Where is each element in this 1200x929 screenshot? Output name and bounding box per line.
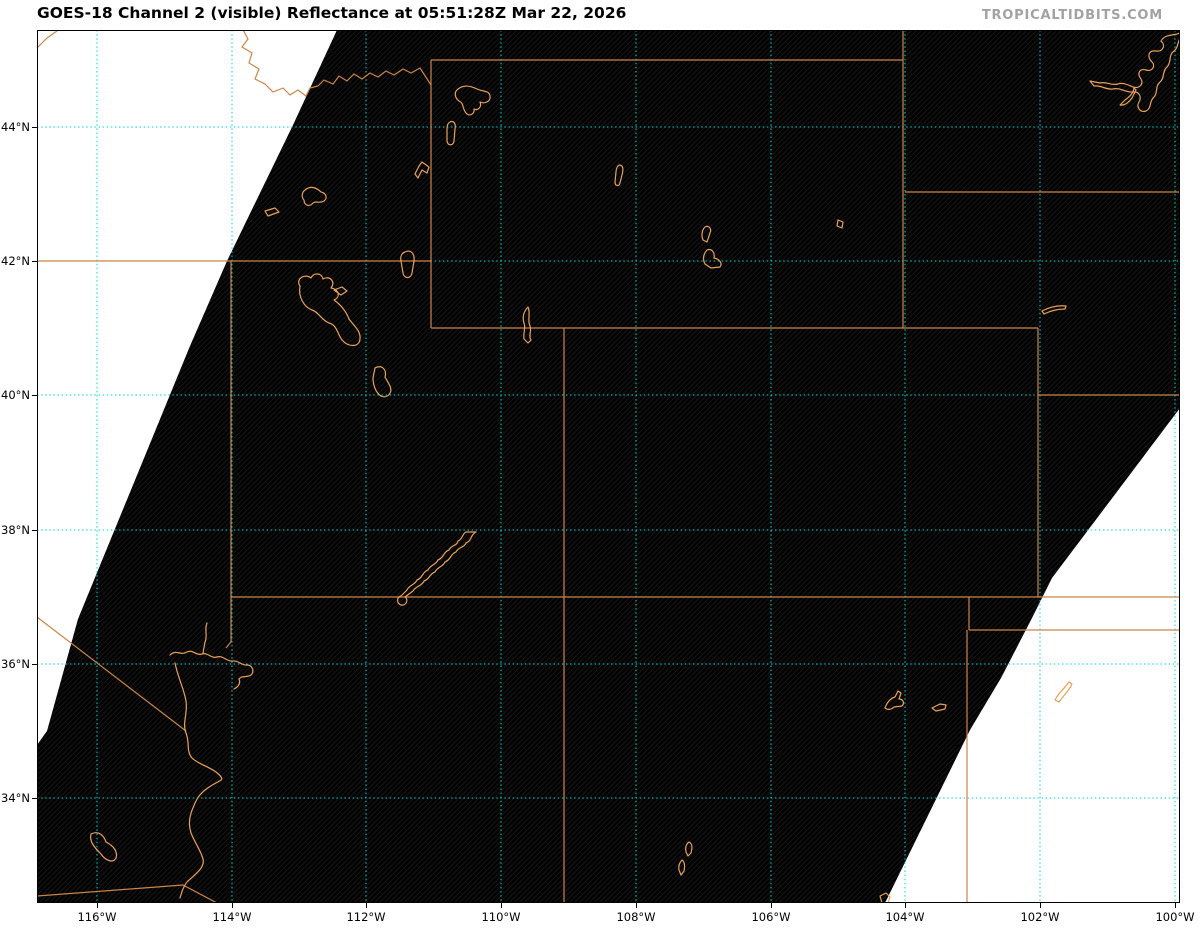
lat-axis-tick-44°N xyxy=(32,127,37,128)
lon-axis-tick-112°W xyxy=(366,903,367,908)
lat-tick-label-40°N: 40°N xyxy=(1,388,30,402)
lon-tick-label-102°W: 102°W xyxy=(1020,910,1060,924)
lon-axis-tick-102°W xyxy=(1040,903,1041,908)
satellite-map-svg xyxy=(37,30,1180,903)
lon-axis-tick-108°W xyxy=(636,903,637,908)
lat-tick-label-42°N: 42°N xyxy=(1,254,30,268)
lon-tick-label-112°W: 112°W xyxy=(346,910,386,924)
page-title: GOES-18 Channel 2 (visible) Reflectance … xyxy=(37,4,627,22)
satellite-map-plot xyxy=(37,30,1180,903)
lon-axis-tick-110°W xyxy=(501,903,502,908)
watermark-tropicaltidbits: TROPICALTIDBITS.COM xyxy=(981,8,1163,23)
lon-axis-tick-100°W xyxy=(1175,903,1176,908)
lat-tick-label-36°N: 36°N xyxy=(1,657,30,671)
lat-axis-tick-40°N xyxy=(32,395,37,396)
satellite-map-page: GOES-18 Channel 2 (visible) Reflectance … xyxy=(0,0,1200,929)
lon-axis-tick-106°W xyxy=(771,903,772,908)
lon-axis-tick-104°W xyxy=(905,903,906,908)
lon-tick-label-104°W: 104°W xyxy=(885,910,925,924)
lon-tick-label-114°W: 114°W xyxy=(212,910,252,924)
lon-axis-tick-116°W xyxy=(97,903,98,908)
lon-tick-label-108°W: 108°W xyxy=(616,910,656,924)
lat-axis-tick-34°N xyxy=(32,798,37,799)
lat-axis-tick-42°N xyxy=(32,261,37,262)
lon-axis-tick-114°W xyxy=(232,903,233,908)
lat-tick-label-44°N: 44°N xyxy=(1,120,30,134)
lon-tick-label-110°W: 110°W xyxy=(481,910,521,924)
lat-tick-label-38°N: 38°N xyxy=(1,523,30,537)
lat-axis-tick-38°N xyxy=(32,530,37,531)
lon-tick-label-106°W: 106°W xyxy=(751,910,791,924)
lat-tick-label-34°N: 34°N xyxy=(1,791,30,805)
lon-tick-label-116°W: 116°W xyxy=(77,910,117,924)
lat-axis-tick-36°N xyxy=(32,664,37,665)
lon-tick-label-100°W: 100°W xyxy=(1155,910,1195,924)
